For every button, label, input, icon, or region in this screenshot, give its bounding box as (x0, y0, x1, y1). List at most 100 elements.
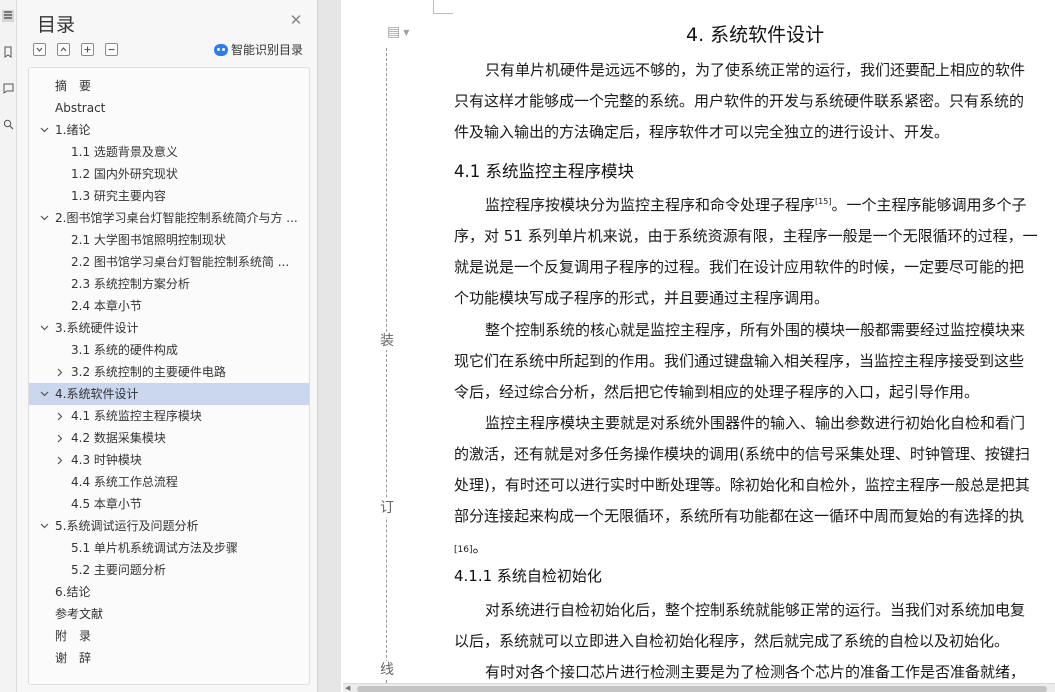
collapse-all-icon[interactable] (33, 43, 46, 56)
expand-all-icon[interactable] (57, 43, 70, 56)
toc-item[interactable]: 2.1 大学图书馆照明控制现状 (29, 229, 309, 251)
page-corner-mark (433, 13, 453, 14)
paragraph-line: 监控主程序模块主要就是对系统外围器件的输入、输出参数进行初始化自检和看门 (485, 414, 1026, 432)
paragraph-menu-icon[interactable]: ▤ ▼ (387, 24, 409, 40)
toc-item-label: 1.3 研究主要内容 (71, 189, 166, 203)
chevron-down-icon[interactable] (40, 383, 50, 405)
toc-item-label: 2.1 大学图书馆照明控制现状 (71, 233, 226, 247)
bookmark-icon[interactable] (2, 46, 14, 58)
toc-item-label: 1.1 选题背景及意义 (71, 145, 178, 159)
chevron-down-icon[interactable] (40, 515, 50, 537)
close-icon[interactable]: ✕ (289, 13, 303, 28)
toc-item[interactable]: 2.2 图书馆学习桌台灯智能控制系统简 ... (29, 251, 309, 273)
toc-item[interactable]: 2.4 本章小节 (29, 295, 309, 317)
chevron-down-icon[interactable] (40, 207, 50, 229)
paragraph-line: 只有单片机硬件是远远不够的，为了使系统正常的运行，我们还要配上相应的软件 (485, 61, 1026, 79)
ai-toc-button[interactable]: 智能识别目录 (214, 41, 303, 58)
toc-item[interactable]: 2.3 系统控制方案分析 (29, 273, 309, 295)
toc-item-label: 1.绪论 (55, 123, 91, 137)
toc-item[interactable]: 1.1 选题背景及意义 (29, 141, 309, 163)
paragraph-line: 监控程序按模块分为监控主程序和命令处理子程序[15]。一个主程序能够调用多个子 (485, 196, 1027, 214)
toc-item[interactable]: 4.4 系统工作总流程 (29, 471, 309, 493)
binding-mark-zhuang: 装 (379, 332, 395, 350)
toc-icon[interactable] (2, 10, 14, 22)
add-heading-icon[interactable] (81, 43, 94, 56)
chevron-right-icon[interactable] (56, 361, 66, 383)
citation[interactable]: [16] (454, 545, 472, 555)
toc-item[interactable]: 3.系统硬件设计 (29, 317, 309, 339)
toc-tree: 摘 要 Abstract 1.绪论 1.1 选题背景及意义 1.2 国内外研究现状 1.3… (28, 67, 310, 685)
toc-item[interactable]: 5.1 单片机系统调试方法及步骤 (29, 537, 309, 559)
toc-item[interactable]: 1.绪论 (29, 119, 309, 141)
toc-panel: 目录 ✕ 智能识别目录 摘 要 Abstract 1.绪论 1.1 选题背景及意义 1.… (17, 0, 318, 692)
paragraph-line: 序，对 51 系列单片机来说，由于系统资源有限，主程序一般是一个无限循环的过程，… (454, 227, 1038, 245)
toc-item-label: 3.2 系统控制的主要硬件电路 (71, 365, 226, 379)
paragraph-line: 令后，经过综合分析，然后把它传输到相应的处理子程序的入口，起引导作用。 (454, 383, 980, 401)
toc-item-label: 摘 要 (55, 79, 92, 93)
toc-item[interactable]: 谢 辞 (29, 647, 309, 669)
toc-item[interactable]: 1.3 研究主要内容 (29, 185, 309, 207)
toc-item[interactable]: 2.图书馆学习桌台灯智能控制系统简介与方 ... (29, 207, 309, 229)
chevron-right-icon[interactable] (56, 449, 66, 471)
toc-item[interactable]: 3.1 系统的硬件构成 (29, 339, 309, 361)
horizontal-scrollbar[interactable]: ◀ (343, 683, 1055, 692)
find-icon[interactable] (2, 119, 14, 131)
paragraph-line: 整个控制系统的核心就是监控主程序，所有外围的模块一般都需要经过监控模块来 (485, 321, 1026, 339)
paragraph-line: 现它们在系统中所起到的作用。我们通过键盘输入相关程序，当监控主程序接受到这些 (454, 352, 1025, 370)
chapter-heading: 4. 系统软件设计 (686, 24, 825, 46)
chevron-down-icon[interactable] (40, 119, 50, 141)
toc-item[interactable]: Abstract (29, 97, 309, 119)
toc-list: 摘 要 Abstract 1.绪论 1.1 选题背景及意义 1.2 国内外研究现状 1.3… (29, 75, 309, 669)
ai-assistant-icon (214, 43, 228, 56)
comment-icon[interactable] (2, 83, 14, 95)
toc-item-label: 5.系统调试运行及问题分析 (55, 519, 199, 533)
toc-item-label: 4.5 本章小节 (71, 497, 142, 511)
scrollbar-thumb[interactable] (357, 686, 1047, 692)
toc-item[interactable]: 3.2 系统控制的主要硬件电路 (29, 361, 309, 383)
toc-item-label: 3.1 系统的硬件构成 (71, 343, 178, 357)
toc-item-label: 4.4 系统工作总流程 (71, 475, 178, 489)
toc-item[interactable]: 摘 要 (29, 75, 309, 97)
toc-item[interactable]: 5.2 主要问题分析 (29, 559, 309, 581)
toc-item[interactable]: 5.系统调试运行及问题分析 (29, 515, 309, 537)
toc-item-label: 4.1 系统监控主程序模块 (71, 409, 202, 423)
subsection-heading: 4.1.1 系统自检初始化 (454, 567, 602, 585)
paragraph-line: 件及输入输出的方法确定后，程序软件才可以完全独立的进行设计、开发。 (454, 123, 950, 141)
toc-item[interactable]: 4.3 时钟模块 (29, 449, 309, 471)
toc-title: 目录 (37, 14, 76, 36)
toc-item[interactable]: 4.2 数据采集模块 (29, 427, 309, 449)
paragraph-line: [16]。 (454, 538, 488, 556)
chevron-right-icon[interactable] (56, 405, 66, 427)
toc-item-label: 2.2 图书馆学习桌台灯智能控制系统简 ... (71, 255, 290, 269)
toc-item-label: 附 录 (55, 629, 92, 643)
remove-heading-icon[interactable] (105, 43, 118, 56)
page-corner-mark (433, 0, 434, 13)
scroll-left-icon[interactable]: ◀ (345, 684, 350, 692)
toc-item[interactable]: 参考文献 (29, 603, 309, 625)
ai-toc-label: 智能识别目录 (231, 43, 304, 57)
paragraph-line: 有时对各个接口芯片进行检测主要是为了检测各个芯片的准备工作是否准备就绪， (485, 663, 1026, 681)
chevron-down-icon[interactable] (40, 317, 50, 339)
paragraph-line: 对系统进行自检初始化后，整个控制系统就能够正常的运行。当我们对系统加电复 (485, 601, 1026, 619)
citation[interactable]: [15] (815, 197, 831, 206)
binding-line (386, 48, 387, 688)
toc-item[interactable]: 附 录 (29, 625, 309, 647)
document-area[interactable]: ▤ ▼ 装 订 线 4. 系统软件设计 只有单片机硬件是远远不够的，为了使系统正常… (318, 0, 1055, 692)
paragraph-line: 只有这样才能够成一个完整的系统。用户软件的开发与系统硬件联系紧密。只有系统的 (454, 92, 1025, 110)
document-page[interactable]: ▤ ▼ 装 订 线 4. 系统软件设计 只有单片机硬件是远远不够的，为了使系统正常… (341, 0, 1055, 692)
toc-item-label: 1.2 国内外研究现状 (71, 167, 178, 181)
binding-mark-ding: 订 (379, 499, 395, 517)
section-heading: 4.1 系统监控主程序模块 (454, 162, 634, 181)
toc-item-label: 5.1 单片机系统调试方法及步骤 (71, 541, 238, 555)
toc-item-label: 5.2 主要问题分析 (71, 563, 166, 577)
binding-mark-xian: 线 (379, 661, 395, 679)
toc-item-label: Abstract (55, 101, 106, 115)
toc-item-label: 2.图书馆学习桌台灯智能控制系统简介与方 ... (55, 211, 298, 225)
toc-item[interactable]: 4.5 本章小节 (29, 493, 309, 515)
chevron-right-icon[interactable] (56, 427, 66, 449)
toc-item[interactable]: 4.1 系统监控主程序模块 (29, 405, 309, 427)
toc-item[interactable]: 6.结论 (29, 581, 309, 603)
toc-item[interactable]: 4.系统软件设计 (29, 383, 309, 405)
toc-item-label: 4.3 时钟模块 (71, 453, 142, 467)
toc-item[interactable]: 1.2 国内外研究现状 (29, 163, 309, 185)
